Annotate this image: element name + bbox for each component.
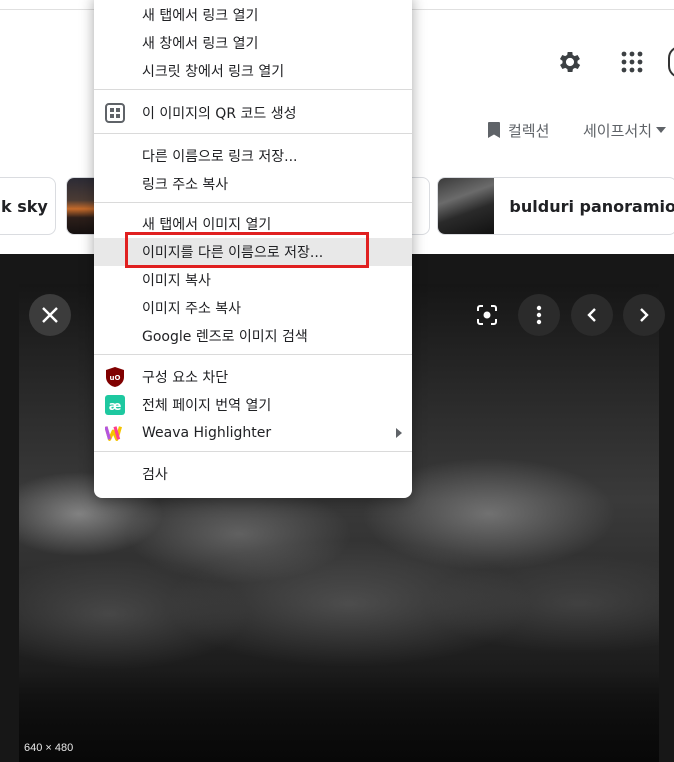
chip-thumbnail	[438, 178, 495, 234]
collections-label: 컬렉션	[508, 121, 550, 140]
menu-item-weava-highlighter[interactable]: Weava Highlighter	[94, 419, 412, 447]
related-search-chip[interactable]: bulduri panoramio	[437, 177, 674, 235]
menu-separator	[94, 451, 412, 452]
submenu-arrow-icon	[396, 428, 402, 438]
next-image-button[interactable]	[623, 294, 665, 336]
menu-item-open-page-translation[interactable]: æ 전체 페이지 번역 열기	[94, 391, 412, 419]
menu-item-label: 이 이미지의 QR 코드 생성	[142, 106, 297, 122]
related-search-chip[interactable]: k sky	[0, 177, 56, 235]
related-search-chip-edge[interactable]	[412, 177, 430, 235]
menu-item-label: 링크 주소 복사	[142, 177, 229, 193]
menu-item-label: 시크릿 창에서 링크 열기	[142, 64, 285, 80]
menu-item-label: 새 탭에서 링크 열기	[142, 8, 259, 24]
more-options-button[interactable]	[518, 294, 560, 336]
svg-text:æ: æ	[109, 399, 122, 413]
menu-separator	[94, 202, 412, 203]
weava-icon	[105, 423, 125, 443]
chevron-right-icon	[640, 308, 649, 322]
menu-item-label: 구성 요소 차단	[142, 370, 229, 386]
menu-item-copy-link-address[interactable]: 링크 주소 복사	[94, 170, 412, 198]
safesearch-menu[interactable]: 세이프서치	[583, 118, 667, 142]
svg-text:uO: uO	[110, 374, 121, 382]
settings-gear-icon[interactable]	[554, 46, 586, 78]
menu-item-block-element[interactable]: uO 구성 요소 차단	[94, 363, 412, 391]
dropdown-arrow-icon	[656, 127, 667, 133]
lens-icon	[477, 305, 497, 325]
apps-grid-icon[interactable]	[616, 46, 648, 78]
account-avatar[interactable]	[668, 46, 674, 78]
menu-item-label: 검사	[142, 467, 168, 483]
more-vert-icon	[536, 305, 542, 325]
lens-search-button[interactable]	[466, 294, 508, 336]
chip-label: bulduri panoramio	[509, 196, 674, 216]
image-mountains	[19, 672, 659, 762]
menu-item-save-link-as[interactable]: 다른 이름으로 링크 저장...	[94, 142, 412, 170]
image-dimensions: 640 × 480	[24, 742, 74, 754]
menu-item-label: 이미지 복사	[142, 273, 211, 289]
collections-link[interactable]: 컬렉션	[486, 118, 549, 142]
menu-separator	[94, 133, 412, 134]
close-icon	[42, 307, 58, 323]
chevron-left-icon	[587, 308, 596, 322]
chip-label: k sky	[1, 196, 48, 216]
menu-item-inspect[interactable]: 검사	[94, 460, 412, 488]
highlight-annotation-box	[125, 232, 369, 268]
menu-separator	[94, 354, 412, 355]
menu-separator	[94, 89, 412, 90]
menu-item-search-image-google-lens[interactable]: Google 렌즈로 이미지 검색	[94, 322, 412, 350]
menu-item-label: 전체 페이지 번역 열기	[142, 398, 272, 414]
menu-item-label: Google 렌즈로 이미지 검색	[142, 329, 308, 345]
menu-item-copy-image[interactable]: 이미지 복사	[94, 266, 412, 294]
bookmark-icon	[488, 122, 500, 138]
menu-item-label: 이미지 주소 복사	[142, 301, 242, 317]
menu-item-open-link-incognito[interactable]: 시크릿 창에서 링크 열기	[94, 57, 412, 85]
close-viewer-button[interactable]	[29, 294, 71, 336]
menu-item-open-link-new-window[interactable]: 새 창에서 링크 열기	[94, 29, 412, 57]
ublock-origin-icon: uO	[105, 367, 125, 387]
menu-item-label: Weava Highlighter	[142, 425, 272, 441]
safesearch-label: 세이프서치	[583, 121, 653, 140]
menu-item-copy-image-address[interactable]: 이미지 주소 복사	[94, 294, 412, 322]
menu-item-label: 새 탭에서 이미지 열기	[142, 217, 272, 233]
translate-extension-icon: æ	[105, 395, 125, 415]
menu-item-create-qr-code[interactable]: 이 이미지의 QR 코드 생성	[94, 99, 412, 127]
menu-item-label: 다른 이름으로 링크 저장...	[142, 149, 298, 165]
previous-image-button[interactable]	[571, 294, 613, 336]
qr-code-icon	[105, 103, 125, 123]
menu-item-label: 새 창에서 링크 열기	[142, 36, 259, 52]
menu-item-open-link-new-tab[interactable]: 새 탭에서 링크 열기	[94, 1, 412, 29]
